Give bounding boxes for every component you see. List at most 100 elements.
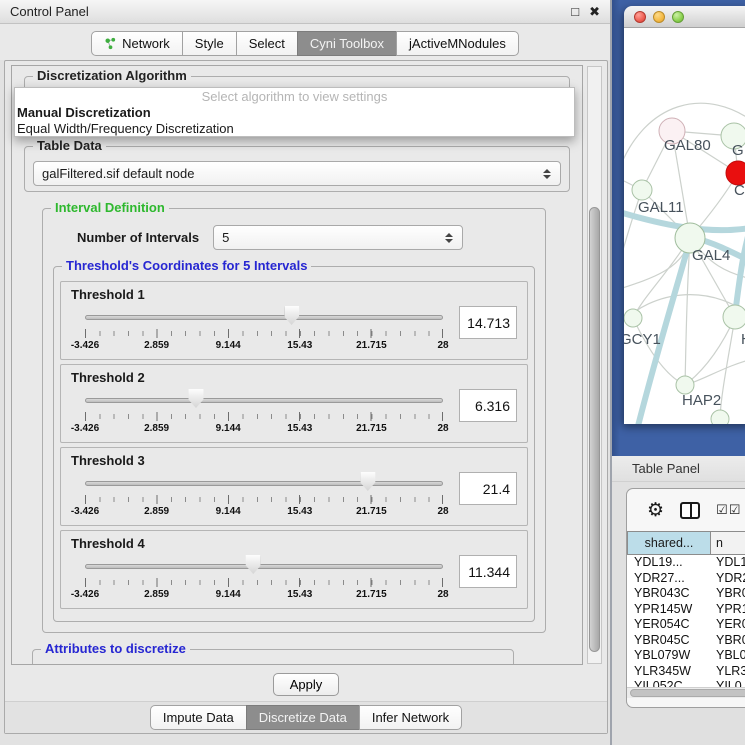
- node-h[interactable]: [723, 305, 745, 329]
- slider-track[interactable]: [85, 398, 443, 403]
- close-window-icon[interactable]: [634, 11, 646, 23]
- select-all-icons[interactable]: ☑☑: [716, 502, 741, 518]
- algorithm-dropdown-popup: Select algorithm to view settings Manual…: [14, 87, 575, 137]
- table-window: ⚙ ☑☑ shared... n YDL19...YDL1 YDR27...YD…: [626, 488, 745, 708]
- table-row[interactable]: YDL19...YDL1: [627, 555, 745, 571]
- threshold-slider[interactable]: -3.426 2.859 9.144 15.43 21.715 28: [85, 554, 443, 602]
- tab-cyni-toolbox[interactable]: Cyni Toolbox: [297, 31, 397, 56]
- table-data-group: Table Data galFiltered.sif default node: [24, 146, 570, 192]
- gear-icon[interactable]: ⚙: [647, 501, 664, 520]
- slider-track[interactable]: [85, 564, 443, 569]
- table-panel-header: Table Panel: [612, 456, 745, 482]
- application-root: Control Panel □ ✖ Network Style Select C…: [0, 0, 745, 745]
- checkbox-icon[interactable]: ☑: [716, 502, 729, 517]
- node-label: HAP2: [682, 392, 721, 409]
- minimize-window-icon[interactable]: [653, 11, 665, 23]
- desktop-background: GAL80 G C GAL11 GAL4 GCY1 H HAP2: [612, 0, 745, 458]
- slider-tick-labels: -3.426 2.859 9.144 15.43 21.715 28: [85, 506, 443, 518]
- table-hscrollbar[interactable]: [627, 687, 745, 698]
- number-of-intervals-label: Number of Intervals: [77, 230, 199, 245]
- apply-button[interactable]: Apply: [273, 673, 340, 696]
- node-label: G: [732, 142, 744, 159]
- group-title-table-data: Table Data: [33, 138, 106, 153]
- node-gcy1[interactable]: [624, 309, 642, 327]
- threshold-value-field[interactable]: [459, 472, 517, 505]
- slider-track[interactable]: [85, 315, 443, 320]
- tab-discretize-data[interactable]: Discretize Data: [246, 705, 360, 730]
- stepper-icon: [444, 233, 454, 243]
- column-header-shared[interactable]: shared...: [627, 532, 711, 555]
- table-header-row: shared... n: [627, 531, 745, 555]
- slider-thumb[interactable]: [246, 555, 261, 574]
- table-row[interactable]: YBR045CYBR0: [627, 633, 745, 649]
- table-row[interactable]: YPR145WYPR1: [627, 602, 745, 618]
- table-row[interactable]: YLR345WYLR3: [627, 664, 745, 680]
- panel-title: Control Panel: [10, 4, 561, 19]
- table-toolbar: ⚙ ☑☑: [627, 489, 745, 531]
- threshold-panel-4: Threshold 4 -3.426 2.859: [60, 530, 528, 609]
- slider-thumb[interactable]: [188, 389, 203, 408]
- network-canvas[interactable]: GAL80 G C GAL11 GAL4 GCY1 H HAP2: [624, 28, 745, 424]
- table-hscrollbar-thumb[interactable]: [630, 689, 745, 697]
- interval-definition-group: Interval Definition Number of Intervals …: [42, 208, 546, 633]
- threshold-value-field[interactable]: [459, 306, 517, 339]
- threshold-slider[interactable]: -3.426 2.859 9.144 15.43 21.715 28: [85, 471, 443, 519]
- table-row[interactable]: YDR27...YDR2: [627, 571, 745, 587]
- threshold-value-field[interactable]: [459, 555, 517, 588]
- bottom-tab-bar: Impute Data Discretize Data Infer Networ…: [5, 701, 607, 733]
- tab-select[interactable]: Select: [236, 31, 298, 56]
- option-manual-discretization[interactable]: Manual Discretization: [15, 105, 574, 121]
- tab-label: Network: [122, 36, 170, 51]
- slider-major-ticks: [85, 329, 443, 338]
- num-intervals-combobox[interactable]: 5: [213, 225, 463, 250]
- option-equal-width-frequency[interactable]: Equal Width/Frequency Discretization: [15, 121, 574, 137]
- tab-label: Style: [195, 36, 224, 51]
- slider-track[interactable]: [85, 481, 443, 486]
- table-row[interactable]: YIL052CYIL0: [627, 679, 745, 687]
- combobox-value: 5: [222, 230, 444, 245]
- slider-thumb[interactable]: [360, 472, 375, 491]
- tab-style[interactable]: Style: [182, 31, 237, 56]
- tab-infer-network[interactable]: Infer Network: [359, 705, 462, 730]
- table-row[interactable]: YBR043CYBR0: [627, 586, 745, 602]
- control-panel-titlebar: Control Panel □ ✖: [0, 0, 610, 24]
- numerical-attributes-label: Numerical Attributes: [45, 662, 501, 665]
- columns-icon[interactable]: [680, 502, 700, 519]
- table-row[interactable]: YBL079WYBL0: [627, 648, 745, 664]
- node-label: GAL11: [638, 199, 684, 216]
- tab-jactivemnodules[interactable]: jActiveMNodules: [396, 31, 519, 56]
- node-label: C: [734, 182, 745, 199]
- slider-major-ticks: [85, 412, 443, 421]
- checkbox-icon[interactable]: ☑: [729, 502, 742, 517]
- panel-scrollbar-thumb[interactable]: [589, 207, 600, 652]
- panel-scrollbar[interactable]: [587, 66, 602, 664]
- table-data-combobox[interactable]: galFiltered.sif default node: [33, 161, 561, 186]
- threshold-label: Threshold 4: [71, 536, 517, 552]
- table-row[interactable]: YER054CYER0: [627, 617, 745, 633]
- slider-thumb[interactable]: [284, 306, 299, 325]
- number-of-intervals-row: Number of Intervals 5: [77, 225, 535, 250]
- tab-network[interactable]: Network: [91, 31, 183, 56]
- column-header-name[interactable]: n: [710, 532, 745, 555]
- node-label: GAL4: [692, 247, 730, 264]
- settings-scroll-area: Discretization Algorithm Table Data galF…: [11, 65, 583, 665]
- tab-impute-data[interactable]: Impute Data: [150, 705, 247, 730]
- slider-major-ticks: [85, 495, 443, 504]
- tab-group: Network Style Select Cyni Toolbox jActiv…: [91, 31, 519, 56]
- threshold-label: Threshold 3: [71, 453, 517, 469]
- float-panel-icon[interactable]: □: [571, 5, 579, 19]
- group-title-attributes: Attributes to discretize: [41, 641, 190, 656]
- network-icon: [104, 37, 117, 50]
- threshold-panel-1: Threshold 1 -3.426 2.859: [60, 281, 528, 360]
- node-bottom[interactable]: [711, 410, 729, 424]
- table-panel: Table Panel ⚙ ☑☑ shared... n YDL19...YDL…: [612, 456, 745, 745]
- threshold-value-field[interactable]: [459, 389, 517, 422]
- threshold-slider[interactable]: -3.426 2.859 9.144 15.43 21.715 28: [85, 305, 443, 353]
- close-panel-icon[interactable]: ✖: [589, 5, 600, 19]
- slider-tick-labels: -3.426 2.859 9.144 15.43 21.715 28: [85, 589, 443, 601]
- zoom-window-icon[interactable]: [672, 11, 684, 23]
- node-gal11[interactable]: [632, 180, 652, 200]
- node-label: GCY1: [624, 331, 661, 348]
- threshold-slider[interactable]: -3.426 2.859 9.144 15.43 21.715 28: [85, 388, 443, 436]
- cyni-toolbox-body: Discretization Algorithm Table Data galF…: [4, 60, 608, 734]
